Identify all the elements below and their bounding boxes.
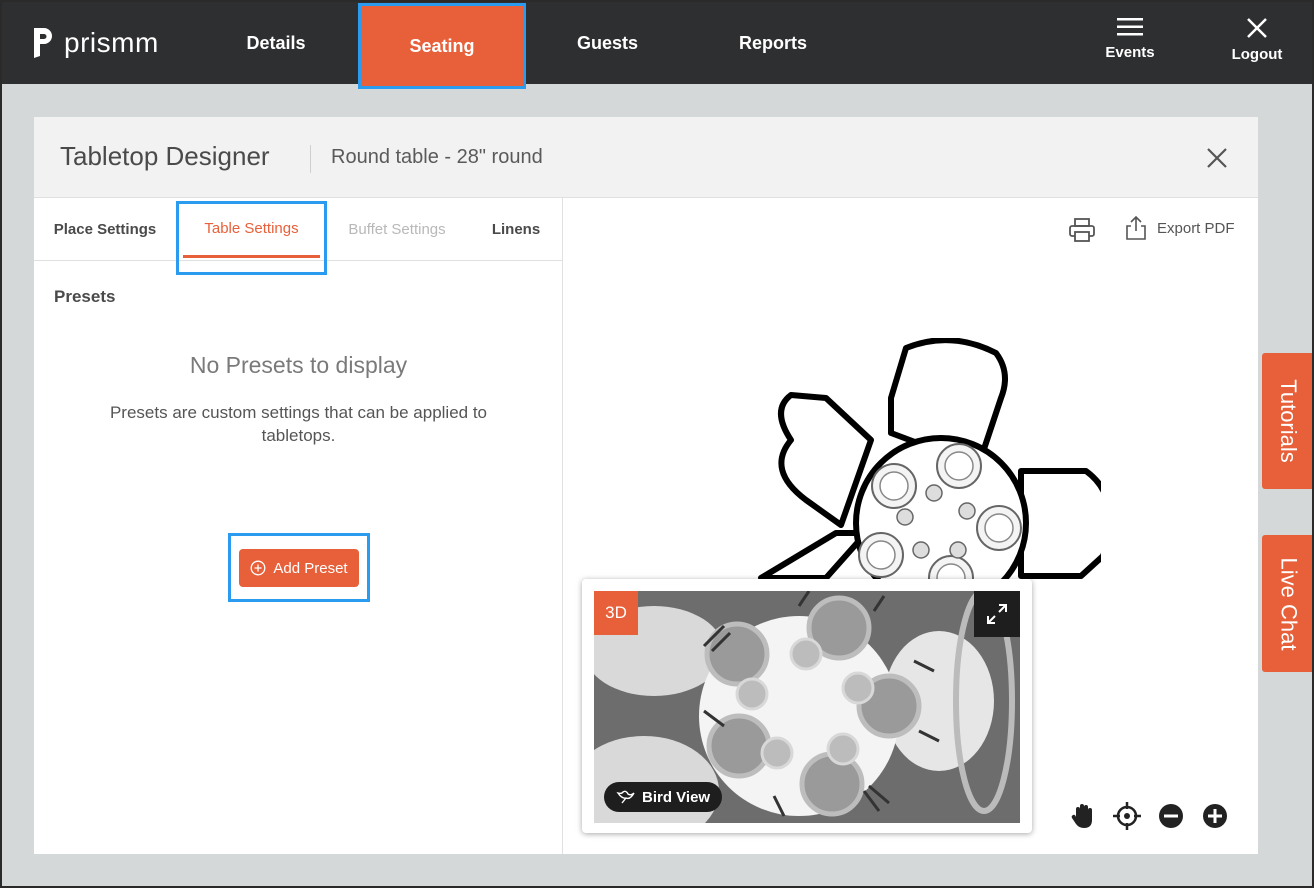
plate-inner xyxy=(984,513,1014,543)
nav-reports[interactable]: Reports xyxy=(693,3,853,84)
chair-bottom-left xyxy=(758,530,869,581)
logo-text: prismm xyxy=(64,27,159,58)
tab-table-settings[interactable]: Table Settings xyxy=(176,201,327,275)
close-icon xyxy=(1247,18,1267,38)
export-pdf-label: Export PDF xyxy=(1157,219,1235,237)
nav-details[interactable]: Details xyxy=(200,3,352,84)
empty-state-description: Presets are custom settings that can be … xyxy=(109,403,488,445)
bird-icon xyxy=(616,790,635,804)
plate-inner xyxy=(866,540,896,570)
bird-view-button[interactable]: Bird View xyxy=(604,782,723,812)
preview-column: Export PDF 3D Bird View xyxy=(563,198,1258,854)
add-preset-button[interactable]: Add Preset xyxy=(239,549,359,587)
panel-close-button[interactable] xyxy=(1204,145,1230,176)
plate-inner xyxy=(879,471,909,501)
tabletop-designer-panel: Tabletop Designer Round table - 28" roun… xyxy=(34,117,1258,854)
plus-circle-icon xyxy=(250,560,266,576)
glass xyxy=(925,484,943,502)
logout-label: Logout xyxy=(1231,46,1283,63)
preview-card: 3D Bird View xyxy=(582,579,1032,833)
glass xyxy=(958,502,976,520)
add-preset-highlight: Add Preset xyxy=(228,533,370,602)
expand-icon xyxy=(987,604,1007,624)
expand-preview-button[interactable] xyxy=(974,591,1020,637)
tab-buffet-settings[interactable]: Buffet Settings xyxy=(334,198,460,261)
live-chat-label: Live Chat xyxy=(1276,557,1302,650)
tutorials-tab[interactable]: Tutorials xyxy=(1262,353,1314,489)
close-icon xyxy=(1207,148,1227,168)
export-icon xyxy=(1126,215,1146,240)
canvas-controls xyxy=(1068,801,1230,831)
tab-linens[interactable]: Linens xyxy=(480,198,552,261)
settings-tabs: Place Settings Table Settings Buffet Set… xyxy=(34,198,563,275)
preview-3d-image[interactable]: 3D Bird View xyxy=(594,591,1020,823)
tab-table-settings-label: Table Settings xyxy=(204,220,299,237)
nav-seating[interactable]: Seating xyxy=(358,3,526,89)
tutorials-label: Tutorials xyxy=(1276,379,1302,463)
export-pdf-button[interactable]: Export PDF xyxy=(1125,215,1235,241)
nav-guests[interactable]: Guests xyxy=(530,3,685,84)
plate-inner xyxy=(944,451,974,481)
presets-heading: Presets xyxy=(54,287,116,306)
header-divider xyxy=(310,145,311,173)
tab-place-settings[interactable]: Place Settings xyxy=(44,198,166,261)
logo[interactable]: prismm xyxy=(32,26,159,60)
add-preset-label: Add Preset xyxy=(273,559,348,577)
zoom-out-icon[interactable] xyxy=(1156,801,1186,831)
top-nav: prismm Details Seating Guests Reports Ev… xyxy=(0,0,1314,89)
panel-header: Tabletop Designer Round table - 28" roun… xyxy=(34,117,1258,198)
page-title: Tabletop Designer xyxy=(60,141,270,171)
prismm-logo-icon xyxy=(34,28,52,58)
3d-badge: 3D xyxy=(594,591,638,635)
table-subtitle: Round table - 28" round xyxy=(331,146,543,168)
menu-icon xyxy=(1117,18,1143,36)
glass xyxy=(896,508,914,526)
settings-column: Place Settings Table Settings Buffet Set… xyxy=(34,198,563,854)
chair-right xyxy=(1018,468,1101,579)
bird-view-label: Bird View xyxy=(642,788,711,806)
events-button[interactable]: Events xyxy=(1084,16,1176,72)
print-button[interactable] xyxy=(1068,217,1096,248)
print-icon xyxy=(1069,218,1095,242)
logout-button[interactable]: Logout xyxy=(1211,16,1303,72)
events-label: Events xyxy=(1105,44,1155,61)
glass xyxy=(912,541,930,559)
empty-state-title: No Presets to display xyxy=(189,352,408,378)
active-tab-underline xyxy=(183,255,320,258)
live-chat-tab[interactable]: Live Chat xyxy=(1262,535,1314,672)
zoom-in-icon[interactable] xyxy=(1200,801,1230,831)
glass xyxy=(949,541,967,559)
hand-icon[interactable] xyxy=(1068,801,1098,831)
target-icon[interactable] xyxy=(1112,801,1142,831)
